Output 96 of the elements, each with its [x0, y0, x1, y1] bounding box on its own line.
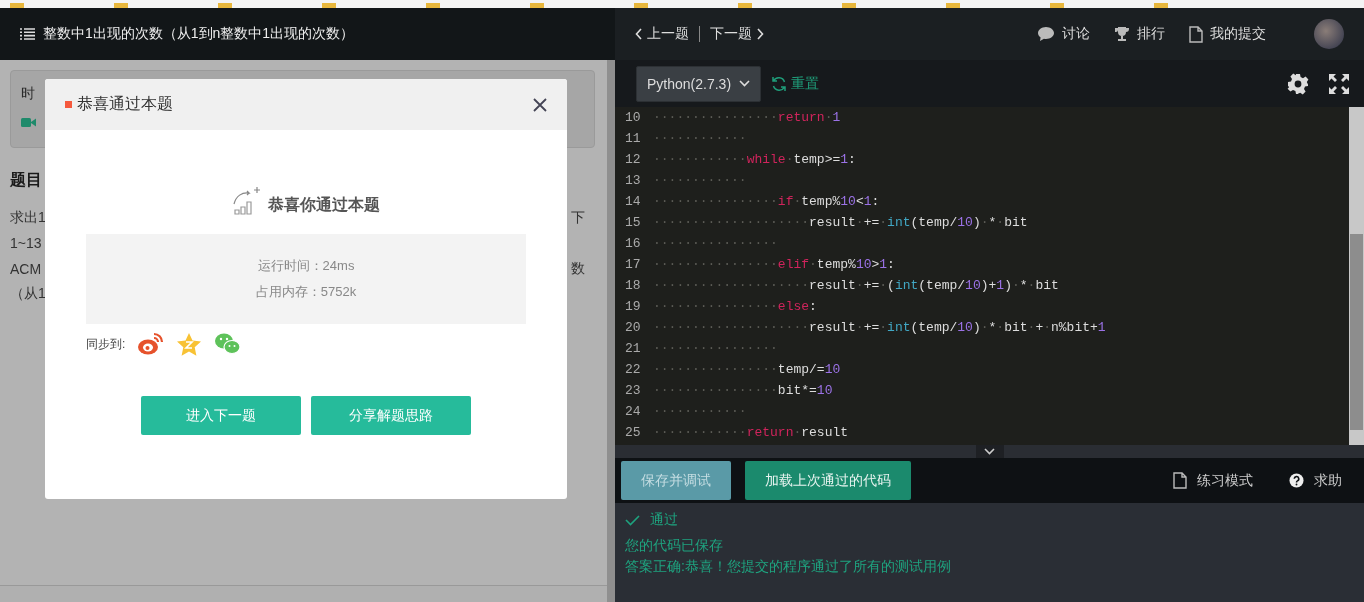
- folder-icon[interactable]: [842, 3, 856, 8]
- wechat-icon[interactable]: [214, 332, 242, 356]
- marker-icon: [65, 101, 72, 108]
- line-number: 14: [624, 194, 642, 209]
- line-number: 22: [624, 362, 642, 377]
- avatar[interactable]: [1314, 19, 1344, 49]
- line-number: 23: [624, 383, 642, 398]
- code-line: ············: [653, 404, 747, 419]
- line-number: 24: [624, 404, 642, 419]
- line-number: 18: [624, 278, 642, 293]
- settings-icon[interactable]: [1287, 72, 1309, 95]
- fullscreen-icon[interactable]: [1328, 72, 1350, 95]
- info-label: 时: [21, 85, 35, 101]
- chevron-left-icon: [635, 28, 643, 40]
- line-number: 21: [624, 341, 642, 356]
- description-text: （从1: [10, 285, 46, 304]
- chevron-down-icon[interactable]: [984, 448, 995, 455]
- language-select[interactable]: Python(2.7.3): [636, 65, 762, 102]
- success-heading: 恭喜你通过本题: [268, 195, 380, 215]
- code-line: ················else:: [653, 299, 817, 314]
- refresh-icon: [771, 75, 788, 92]
- weibo-icon[interactable]: [137, 332, 165, 356]
- stat-text: 运行时间：24ms: [257, 257, 355, 275]
- stat-text: 占用内存：5752k: [255, 283, 357, 301]
- folder-icon[interactable]: [322, 3, 336, 8]
- code-line: ················bit*=10: [653, 383, 833, 398]
- folder-icon[interactable]: [634, 3, 648, 8]
- code-line: ············: [653, 131, 747, 146]
- chevron-right-icon: [756, 28, 764, 40]
- ranking-link[interactable]: 排行: [1114, 25, 1165, 43]
- line-number: 25: [624, 425, 642, 440]
- reset-button[interactable]: 重置: [771, 74, 820, 93]
- folder-icon[interactable]: [426, 3, 440, 8]
- line-number: 10: [624, 110, 642, 125]
- submissions-link[interactable]: 我的提交: [1189, 25, 1266, 43]
- document-icon: [1189, 25, 1203, 43]
- load-code-button[interactable]: 加载上次通过的代码: [745, 461, 911, 500]
- chevron-down-icon: [739, 80, 751, 87]
- close-icon[interactable]: [533, 97, 547, 112]
- code-line: ················: [653, 341, 778, 356]
- code-line: ····················result·+=·int(temp/10)·*·bit·+·n%bit+1: [653, 320, 1106, 335]
- line-number: 16: [624, 236, 642, 251]
- folder-icon[interactable]: [10, 3, 24, 8]
- practice-mode-link[interactable]: 练习模式: [1173, 471, 1253, 490]
- result-message: 您的代码已保存: [625, 537, 723, 553]
- line-number: 15: [624, 215, 642, 230]
- check-icon: [625, 514, 640, 526]
- folder-icon[interactable]: [1050, 3, 1064, 8]
- code-line: ····················result·+=·(int(temp/10)+1)·*·bit: [653, 278, 1059, 293]
- help-link[interactable]: 求助: [1289, 471, 1342, 490]
- description-text: 数: [571, 259, 585, 278]
- menu-icon[interactable]: [20, 28, 35, 40]
- problem-title: 整数中1出现的次数（从1到n整数中1出现的次数）: [43, 25, 355, 43]
- code-line: ················elif·temp%10>1:: [653, 257, 895, 272]
- help-icon: [1289, 473, 1304, 488]
- code-editor[interactable]: [615, 107, 1364, 445]
- code-line: ················if·temp%10<1:: [653, 194, 880, 209]
- dialog-title: 恭喜通过本题: [77, 94, 173, 114]
- chat-icon: [1037, 26, 1055, 42]
- status-text: 通过: [650, 511, 678, 529]
- chart-growth-icon: [232, 186, 262, 216]
- folder-icon[interactable]: [738, 3, 752, 8]
- description-text: 下: [571, 208, 585, 227]
- folder-icon[interactable]: [946, 3, 960, 8]
- folder-icon[interactable]: [530, 3, 544, 8]
- folder-icon[interactable]: [114, 3, 128, 8]
- result-message: 答案正确:恭喜！您提交的程序通过了所有的测试用例: [625, 558, 951, 574]
- next-link[interactable]: 下一题: [710, 25, 764, 43]
- scrollbar[interactable]: [1349, 107, 1364, 445]
- code-line: ············: [653, 173, 747, 188]
- line-number: 19: [624, 299, 642, 314]
- share-label: 同步到:: [86, 335, 126, 353]
- description-text: 求出1: [10, 208, 46, 227]
- document-icon: [1173, 472, 1187, 489]
- code-line: ················temp/=10: [653, 362, 841, 377]
- line-number: 17: [624, 257, 642, 272]
- code-line: ············while·temp>=1:: [653, 152, 856, 167]
- video-camera-icon: [21, 117, 36, 128]
- previous-link[interactable]: 上一题: [635, 25, 689, 43]
- star-icon[interactable]: [176, 332, 203, 356]
- description-text: ACM: [10, 260, 42, 277]
- description-text: 1~13: [10, 235, 42, 252]
- discuss-link[interactable]: 讨论: [1037, 25, 1090, 43]
- code-line: ················: [653, 236, 778, 251]
- code-line: ············return·result: [653, 425, 849, 440]
- code-line: ················return·1: [653, 110, 841, 125]
- section-heading: 题目: [10, 170, 43, 190]
- code-line: ····················result·+=·int(temp/10)·*·bit: [653, 215, 1028, 230]
- scrollbar[interactable]: [607, 60, 615, 602]
- line-number: 12: [624, 152, 642, 167]
- folder-icon[interactable]: [1154, 3, 1168, 8]
- line-number: 20: [624, 320, 642, 335]
- line-number: 11: [624, 131, 642, 146]
- trophy-icon: [1114, 26, 1130, 42]
- line-number: 13: [624, 173, 642, 188]
- folder-icon[interactable]: [218, 3, 232, 8]
